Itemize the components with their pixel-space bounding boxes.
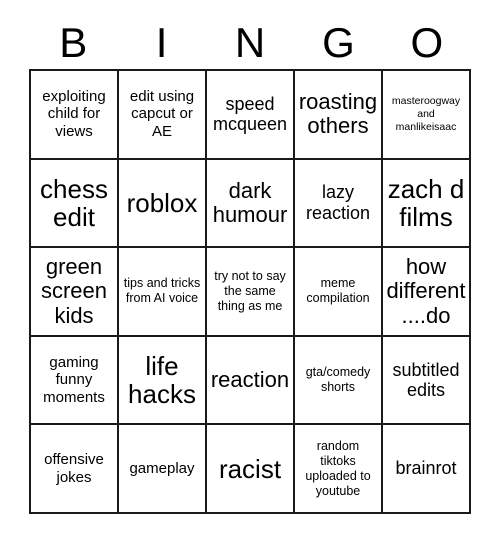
bingo-cell-label: reaction (210, 367, 290, 392)
bingo-cell[interactable]: random tiktoks uploaded to youtube (295, 425, 383, 514)
bingo-cell-label: chess edit (40, 173, 108, 232)
bingo-header-letter-b: B (59, 18, 88, 66)
bingo-cell[interactable]: how different ....do (383, 248, 471, 337)
bingo-cell[interactable]: zach d films (383, 159, 471, 249)
bingo-cell[interactable]: green screen kids (31, 248, 119, 337)
bingo-cell-label: masteroogway and manlikeisaac (391, 95, 461, 133)
bingo-cell[interactable]: subtitled edits (383, 336, 471, 426)
bingo-header-letter-g: G (322, 18, 355, 66)
bingo-cell[interactable]: exploiting child for views (31, 71, 119, 160)
bingo-cell-label: subtitled edits (392, 359, 460, 401)
bingo-header-row: B I N G O (29, 16, 471, 69)
bingo-cell[interactable]: dark humour (207, 159, 295, 249)
bingo-cell[interactable]: offensive jokes (31, 425, 119, 514)
bingo-cell-label: try not to say the same thing as me (214, 268, 286, 313)
bingo-cell-label: gaming funny moments (43, 353, 105, 406)
bingo-cell-label: edit using capcut or AE (129, 87, 195, 141)
bingo-cell-label: brainrot (395, 458, 457, 479)
bingo-cell-label: meme compilation (306, 276, 370, 306)
bingo-cell-label: random tiktoks uploaded to youtube (305, 438, 371, 498)
bingo-cell-label: gameplay (129, 459, 195, 477)
bingo-cell-label: life hacks (128, 351, 196, 410)
bingo-cell[interactable]: tips and tricks from AI voice (119, 248, 207, 337)
bingo-header-letter-i: I (155, 18, 168, 66)
bingo-cell[interactable]: roblox (119, 159, 207, 249)
bingo-cell-label: exploiting child for views (42, 87, 106, 141)
bingo-cell-label: dark humour (212, 177, 288, 227)
bingo-cell[interactable]: lazy reaction (295, 159, 383, 249)
bingo-cell-label: tips and tricks from AI voice (123, 276, 201, 306)
bingo-cell[interactable]: try not to say the same thing as me (207, 248, 295, 337)
bingo-card: B I N G O exploiting child for views edit… (0, 0, 500, 544)
bingo-header-letter-o: O (410, 18, 444, 66)
bingo-cell-label: speed mcqueen (212, 93, 288, 135)
bingo-cell[interactable]: masteroogway and manlikeisaac (383, 71, 471, 160)
bingo-header-letter-n: N (234, 18, 266, 66)
bingo-cell[interactable]: gaming funny moments (31, 336, 119, 426)
bingo-cell-label: gta/comedy shorts (305, 365, 371, 395)
bingo-cell[interactable]: edit using capcut or AE (119, 71, 207, 160)
bingo-cell[interactable]: racist (207, 425, 295, 514)
bingo-cell-label: roblox (126, 187, 198, 218)
bingo-cell-label: zach d films (387, 173, 465, 232)
bingo-grid: exploiting child for views edit using cap… (29, 69, 471, 514)
bingo-cell-label: roasting others (298, 89, 378, 139)
bingo-cell[interactable]: reaction (207, 336, 295, 426)
bingo-cell-label: lazy reaction (305, 182, 371, 223)
bingo-cell[interactable]: chess edit (31, 159, 119, 249)
bingo-cell-label: how different ....do (386, 254, 466, 328)
bingo-cell[interactable]: speed mcqueen (207, 71, 295, 160)
bingo-cell-label: racist (218, 453, 282, 484)
bingo-cell[interactable]: gta/comedy shorts (295, 336, 383, 426)
bingo-cell[interactable]: roasting others (295, 71, 383, 160)
bingo-cell[interactable]: meme compilation (295, 248, 383, 337)
bingo-cell[interactable]: life hacks (119, 336, 207, 426)
bingo-cell-label: offensive jokes (44, 451, 104, 486)
bingo-cell[interactable]: gameplay (119, 425, 207, 514)
bingo-cell[interactable]: brainrot (383, 425, 471, 514)
bingo-cell-label: green screen kids (40, 254, 108, 328)
